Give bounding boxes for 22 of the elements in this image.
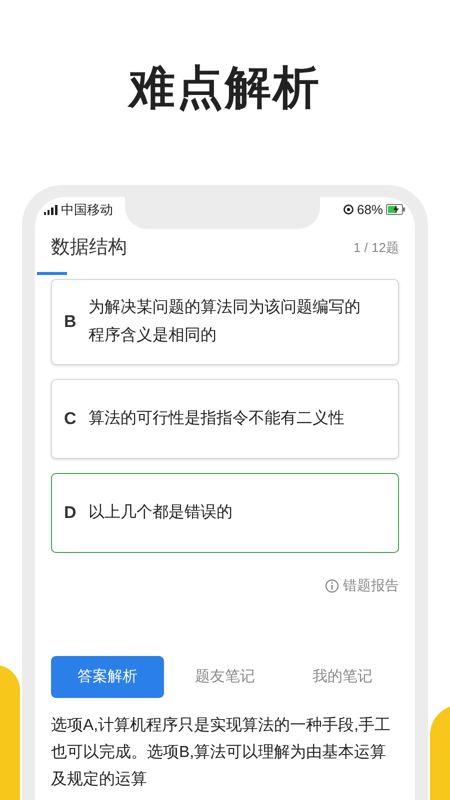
answer-option[interactable]: C 算法的可行性是指指令不能有二义性: [51, 379, 399, 459]
answer-option[interactable]: B 为解决某问题的算法同为该问题编写的程序含义是相同的: [51, 279, 399, 365]
option-letter: C: [64, 408, 76, 430]
headline: 难点解析: [129, 60, 321, 115]
battery-icon: [386, 204, 406, 215]
tab[interactable]: 答案解析: [51, 656, 164, 698]
report-error-link[interactable]: 错题报告: [343, 575, 399, 596]
alarm-icon: [342, 204, 354, 215]
signal-icon: [44, 204, 58, 214]
battery-level: 68%: [356, 200, 383, 219]
carrier-name: 中国移动: [61, 200, 113, 219]
subject-title: 数据结构: [51, 236, 127, 260]
option-letter: D: [64, 502, 76, 524]
option-letter: B: [64, 311, 76, 334]
info-icon: [325, 578, 339, 592]
option-text: 以上几个都是错误的: [88, 502, 234, 523]
question-counter: 1 / 12题: [353, 239, 399, 258]
option-text: 算法的可行性是指指令不能有二义性: [88, 408, 346, 429]
tab-indicator: [37, 272, 67, 275]
option-text: 为解决某问题的算法同为该问题编写的程序含义是相同的: [88, 298, 362, 346]
answer-option[interactable]: D 以上几个都是错误的: [51, 473, 399, 553]
explanation-text: 选项A,计算机程序只是实现算法的一种手段,手工也可以完成。选项B,算法可以理解为由基本运算及规定的运算: [50, 716, 392, 790]
